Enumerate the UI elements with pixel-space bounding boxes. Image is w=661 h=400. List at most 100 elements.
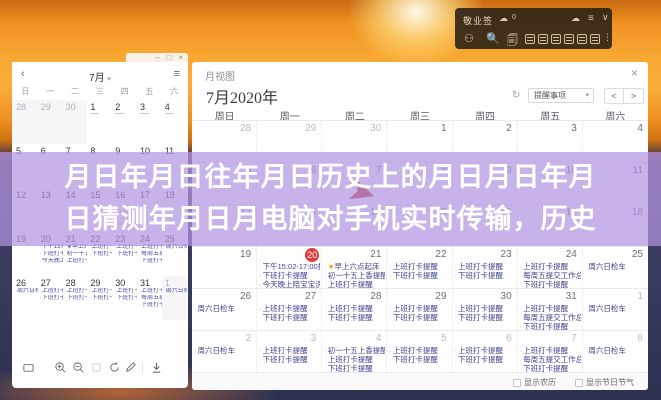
note-category-icon[interactable] bbox=[577, 34, 587, 44]
event-item[interactable]: ·每周五提交工作总结 bbox=[137, 295, 162, 302]
event-item[interactable]: ·下班打卡提醒 bbox=[87, 295, 112, 302]
event-item[interactable]: ·下班打卡提醒 bbox=[38, 295, 63, 302]
calendar-cell[interactable]: 3·上班打卡提醒·下班打卡提醒 bbox=[257, 331, 322, 373]
chevron-down-icon[interactable]: ∨ bbox=[602, 12, 609, 23]
event-item[interactable]: ·上班打卡提醒 bbox=[137, 288, 162, 295]
event-item[interactable]: ·下班打卡提醒 bbox=[455, 355, 516, 364]
event-item[interactable]: ·上班打卡提醒 bbox=[259, 346, 320, 355]
event-item[interactable]: ·下班打卡提醒 bbox=[137, 258, 162, 265]
event-item[interactable]: ·上班打卡提醒 bbox=[455, 262, 516, 271]
calendar-cell[interactable]: 7·上班打卡提醒·每周五提交工作总结·下班打卡提醒 bbox=[518, 331, 583, 373]
event-item[interactable]: ·下班打卡提醒 bbox=[38, 251, 63, 258]
event-item[interactable]: ·下班打卡提醒 bbox=[112, 295, 137, 302]
menu-icon[interactable]: ≡ bbox=[588, 13, 594, 24]
calendar-cell[interactable]: 30·上班打卡提醒·下班打卡提醒 bbox=[112, 276, 137, 320]
calendar-cell[interactable]: 20·下午15:02-17:00打…·下班打卡提醒·今天晚上陪宝宝洗… bbox=[257, 247, 322, 289]
maximize-button[interactable]: □ bbox=[166, 54, 171, 62]
event-item[interactable]: ·周六日检车 bbox=[585, 346, 647, 355]
event-item[interactable]: ·下午15:02-17:00打… bbox=[259, 262, 320, 271]
event-item[interactable]: ·上班打卡提醒 bbox=[389, 346, 450, 355]
cloud-icon[interactable]: ☁ bbox=[571, 13, 580, 24]
calendar-cell[interactable]: 28·上班打卡提醒·下班打卡提醒 bbox=[322, 289, 387, 331]
user-icon[interactable]: ⚇ bbox=[464, 32, 474, 45]
calendar-cell[interactable]: 2·周六日检车 bbox=[192, 331, 257, 373]
calendar-cell[interactable]: 22·上班打卡提醒·下班打卡提醒 bbox=[387, 247, 452, 289]
calendar-cell[interactable]: 23·上班打卡提醒·下班打卡提醒 bbox=[453, 247, 518, 289]
calendar-cell[interactable]: 29·上班打卡提醒·下班打卡提醒 bbox=[87, 276, 112, 320]
event-item[interactable]: ·今天晚上陪宝宝洗… bbox=[38, 258, 63, 265]
calendar-cell[interactable]: 1·周六日检车 bbox=[583, 289, 648, 331]
calendar-cell[interactable]: 25·周六日检车 bbox=[583, 247, 648, 289]
minimize-button[interactable]: – bbox=[155, 54, 159, 62]
event-item[interactable]: ·下班打卡提醒 bbox=[389, 313, 450, 322]
event-item[interactable]: ·下班打卡提醒 bbox=[259, 313, 320, 322]
event-item[interactable]: ·每周五提交工作总结 bbox=[137, 251, 162, 258]
calendar-cell[interactable]: 6·上班打卡提醒·下班打卡提醒 bbox=[453, 331, 518, 373]
calendar-cell[interactable]: 28·上班打卡提醒·下班打卡提醒 bbox=[63, 276, 88, 320]
category-filter-dropdown[interactable]: 提醒事项 ▾ bbox=[528, 88, 594, 103]
mini-month-label[interactable]: 7月 ▾ bbox=[12, 69, 188, 84]
event-item[interactable]: ·每周五提交工作总结 bbox=[520, 313, 581, 322]
event-item[interactable]: ·周六日检车 bbox=[585, 262, 647, 271]
event-item[interactable]: ·下班打卡提醒 bbox=[324, 313, 385, 322]
event-item[interactable]: ·上班打卡提醒 bbox=[520, 262, 581, 271]
calendar-cell[interactable]: 30·上班打卡提醒·下班打卡提醒 bbox=[453, 289, 518, 331]
refresh-icon[interactable]: ↻ bbox=[512, 90, 520, 101]
note-category-icon[interactable] bbox=[551, 34, 561, 44]
calendar-cell[interactable]: 8·周六日检车 bbox=[583, 331, 648, 373]
event-item[interactable]: ·周六日检车 bbox=[585, 304, 647, 313]
event-item[interactable]: ·下班打卡提醒 bbox=[455, 271, 516, 280]
calendar-cell[interactable]: 2 bbox=[112, 100, 137, 144]
calendar-cell[interactable]: 1 bbox=[87, 100, 112, 144]
prev-month-button[interactable]: < bbox=[604, 88, 624, 104]
event-item[interactable]: ·上班打卡提醒 bbox=[63, 258, 88, 265]
search-icon[interactable]: 🔍 bbox=[486, 32, 500, 45]
calendar-cell[interactable]: 29 bbox=[38, 100, 63, 144]
edit-pencil-icon[interactable] bbox=[124, 361, 138, 375]
calendar-cell[interactable]: 31·上班打卡提醒·每周五提交工作总结·下班打卡提醒 bbox=[518, 289, 583, 331]
event-item[interactable]: ·下班打卡提醒 bbox=[259, 271, 320, 280]
event-item[interactable]: ·周六日检车 bbox=[194, 346, 255, 355]
zoom-in-icon[interactable] bbox=[54, 361, 68, 375]
event-item[interactable]: ·上班打卡提醒 bbox=[63, 288, 88, 295]
zoom-out-icon[interactable] bbox=[72, 361, 86, 375]
calendar-cell[interactable]: 26·周六日检车 bbox=[192, 289, 257, 331]
event-item[interactable]: ·上班打卡提醒 bbox=[389, 304, 450, 313]
close-icon[interactable]: × bbox=[631, 66, 638, 80]
calendar-cell[interactable]: 4·初一十五上香提醒·上班打卡提醒·下班打卡提醒 bbox=[322, 331, 387, 373]
event-item[interactable]: ·★早上六点起床 bbox=[324, 262, 385, 271]
mini-menu-icon[interactable]: ≡ bbox=[174, 68, 180, 80]
calendar-cell[interactable]: 28 bbox=[13, 100, 38, 144]
calendar-cell[interactable]: 29·上班打卡提醒·下班打卡提醒 bbox=[387, 289, 452, 331]
event-item[interactable]: ·初一十五上香提醒 bbox=[324, 346, 385, 355]
event-item[interactable]: ·初一十五上香提醒 bbox=[63, 251, 88, 258]
event-item[interactable]: ·下班打卡提醒 bbox=[259, 355, 320, 364]
calendar-cell[interactable]: 19 bbox=[192, 247, 257, 289]
event-item[interactable]: ·周六日检车 bbox=[13, 288, 38, 295]
event-item[interactable]: ·上班打卡提醒 bbox=[259, 304, 320, 313]
event-item[interactable]: ·下班打卡提醒 bbox=[389, 355, 450, 364]
calendar-cell[interactable]: 21·★早上六点起床·初一十五上香提醒·上班打卡提醒 bbox=[322, 247, 387, 289]
show-festivals-checkbox[interactable]: 显示节日节气 bbox=[575, 377, 634, 388]
calendar-cell[interactable]: 24·上班打卡提醒·每周五提交工作总结·下班打卡提醒 bbox=[518, 247, 583, 289]
calendar-cell[interactable]: 30 bbox=[63, 100, 88, 144]
event-item[interactable]: ·下班打卡提醒 bbox=[455, 313, 516, 322]
close-button[interactable]: × bbox=[178, 54, 183, 62]
event-item[interactable]: ·周六日检车 bbox=[162, 288, 187, 295]
event-item[interactable]: ·上班打卡提醒 bbox=[324, 355, 385, 364]
event-item[interactable]: ·上班打卡提醒 bbox=[87, 288, 112, 295]
calendar-cell[interactable]: 4 bbox=[162, 100, 187, 144]
note-category-icon[interactable] bbox=[564, 34, 574, 44]
rotate-icon[interactable] bbox=[108, 361, 122, 375]
calendar-cell[interactable]: 31·上班打卡提醒·每周五提交工作总结·下班打卡提醒 bbox=[137, 276, 162, 320]
download-icon[interactable] bbox=[150, 361, 164, 375]
event-item[interactable]: ·下班打卡提醒 bbox=[137, 302, 162, 309]
more-options-icon[interactable]: ⋮ bbox=[603, 32, 612, 43]
note-category-icon[interactable] bbox=[525, 34, 535, 44]
event-item[interactable]: ·上班打卡提醒 bbox=[455, 346, 516, 355]
note-category-icon[interactable] bbox=[590, 34, 600, 44]
event-item[interactable]: ·每周五提交工作总结 bbox=[520, 355, 581, 364]
calendar-cell[interactable]: 1·周六日检车 bbox=[162, 276, 187, 320]
event-item[interactable]: ·初一十五上香提醒 bbox=[324, 271, 385, 280]
pin-panel-icon[interactable] bbox=[22, 361, 36, 375]
